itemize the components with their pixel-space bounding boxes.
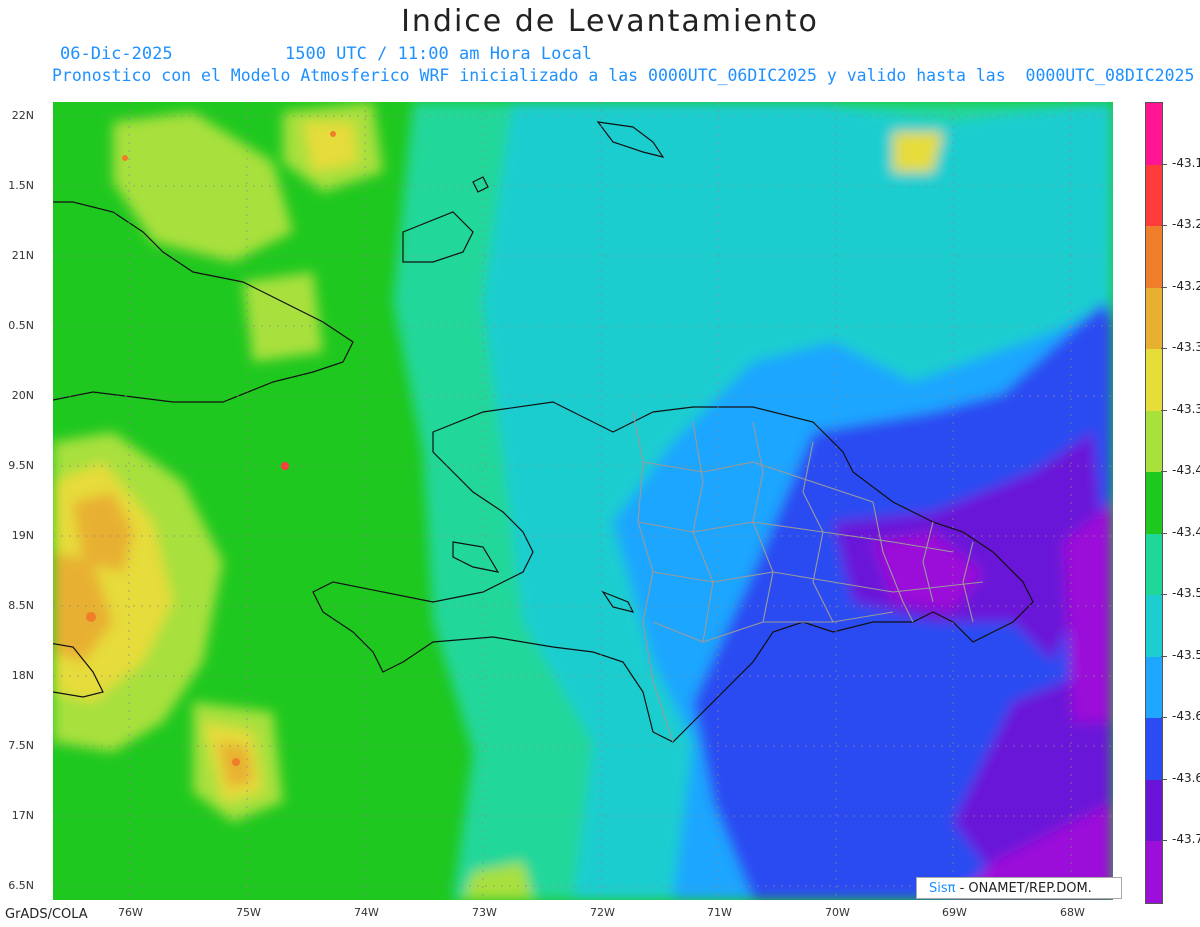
colorbar-label: -43.4 bbox=[1172, 524, 1200, 539]
colorbar-segment bbox=[1146, 349, 1162, 411]
colorbar-segment bbox=[1146, 533, 1162, 596]
lat-label: 20N bbox=[11, 389, 34, 402]
colorbar-label: -43.6 bbox=[1172, 709, 1200, 724]
lifted-index-map bbox=[53, 102, 1113, 900]
lat-label: 0.5N bbox=[8, 319, 34, 332]
colorbar-label: -43.2 bbox=[1172, 278, 1200, 293]
colorbar-tick bbox=[1161, 286, 1167, 288]
colorbar bbox=[1145, 102, 1163, 904]
lat-label: 7.5N bbox=[8, 739, 34, 752]
colorbar-segment bbox=[1146, 226, 1162, 288]
forecast-time: 1500 UTC / 11:00 am Hora Local bbox=[285, 44, 593, 64]
colorbar-label: -43.3 bbox=[1172, 340, 1200, 355]
colorbar-segment bbox=[1146, 410, 1162, 473]
colorbar-tick bbox=[1161, 163, 1167, 165]
colorbar-segment bbox=[1146, 472, 1162, 534]
colorbar-tick bbox=[1161, 840, 1167, 842]
colorbar-segment bbox=[1146, 595, 1162, 657]
map-title: Indice de Levantamiento bbox=[401, 4, 819, 39]
colorbar-tick bbox=[1161, 717, 1167, 719]
colorbar-tick bbox=[1161, 225, 1167, 227]
colorbar-segment bbox=[1146, 656, 1162, 719]
lat-label: 9.5N bbox=[8, 459, 34, 472]
credit-brand: Sisπ bbox=[929, 881, 956, 896]
colorbar-segment bbox=[1146, 164, 1162, 227]
colorbar-segment bbox=[1146, 718, 1162, 780]
forecast-date: 06-Dic-2025 bbox=[60, 44, 173, 64]
colorbar-segment bbox=[1146, 103, 1162, 165]
colorbar-tick bbox=[1161, 471, 1167, 473]
forecast-description: Pronostico con el Modelo Atmosferico WRF… bbox=[52, 66, 1195, 85]
colorbar-tick bbox=[1161, 532, 1167, 534]
credit-box: Sisπ - ONAMET/REP.DOM. bbox=[916, 877, 1122, 899]
colorbar-label: -43.2 bbox=[1172, 217, 1200, 232]
lat-label: 21N bbox=[11, 249, 34, 262]
colorbar-label: -43.7 bbox=[1172, 832, 1200, 847]
lon-label: 69W bbox=[942, 906, 967, 919]
colorbar-tick bbox=[1161, 409, 1167, 411]
colorbar-label: -43.1 bbox=[1172, 155, 1200, 170]
lat-label: 1.5N bbox=[8, 179, 34, 192]
lon-label: 75W bbox=[236, 906, 261, 919]
lat-label: 17N bbox=[11, 809, 34, 822]
colorbar-tick bbox=[1161, 778, 1167, 780]
grads-footer: GrADS/COLA bbox=[5, 907, 88, 922]
credit-org: - ONAMET/REP.DOM. bbox=[955, 881, 1092, 896]
lon-label: 72W bbox=[590, 906, 615, 919]
lat-label: 6.5N bbox=[8, 879, 34, 892]
colorbar-tick bbox=[1161, 655, 1167, 657]
lon-label: 71W bbox=[707, 906, 732, 919]
colorbar-tick bbox=[1161, 348, 1167, 350]
colorbar-label: -43.5 bbox=[1172, 647, 1200, 662]
colorbar-label: -43.3 bbox=[1172, 401, 1200, 416]
lat-label: 22N bbox=[11, 109, 34, 122]
colorbar-segment bbox=[1146, 287, 1162, 350]
lat-label: 8.5N bbox=[8, 599, 34, 612]
lat-label: 19N bbox=[11, 529, 34, 542]
colorbar-segment bbox=[1146, 779, 1162, 842]
colorbar-segment bbox=[1146, 841, 1162, 903]
colorbar-tick bbox=[1161, 594, 1167, 596]
lon-label: 76W bbox=[118, 906, 143, 919]
colorbar-label: -43.6 bbox=[1172, 770, 1200, 785]
lon-label: 70W bbox=[825, 906, 850, 919]
lon-label: 74W bbox=[354, 906, 379, 919]
lon-label: 68W bbox=[1060, 906, 1085, 919]
colorbar-label: -43.4 bbox=[1172, 463, 1200, 478]
colorbar-label: -43.5 bbox=[1172, 586, 1200, 601]
lat-label: 18N bbox=[11, 669, 34, 682]
lon-label: 73W bbox=[472, 906, 497, 919]
